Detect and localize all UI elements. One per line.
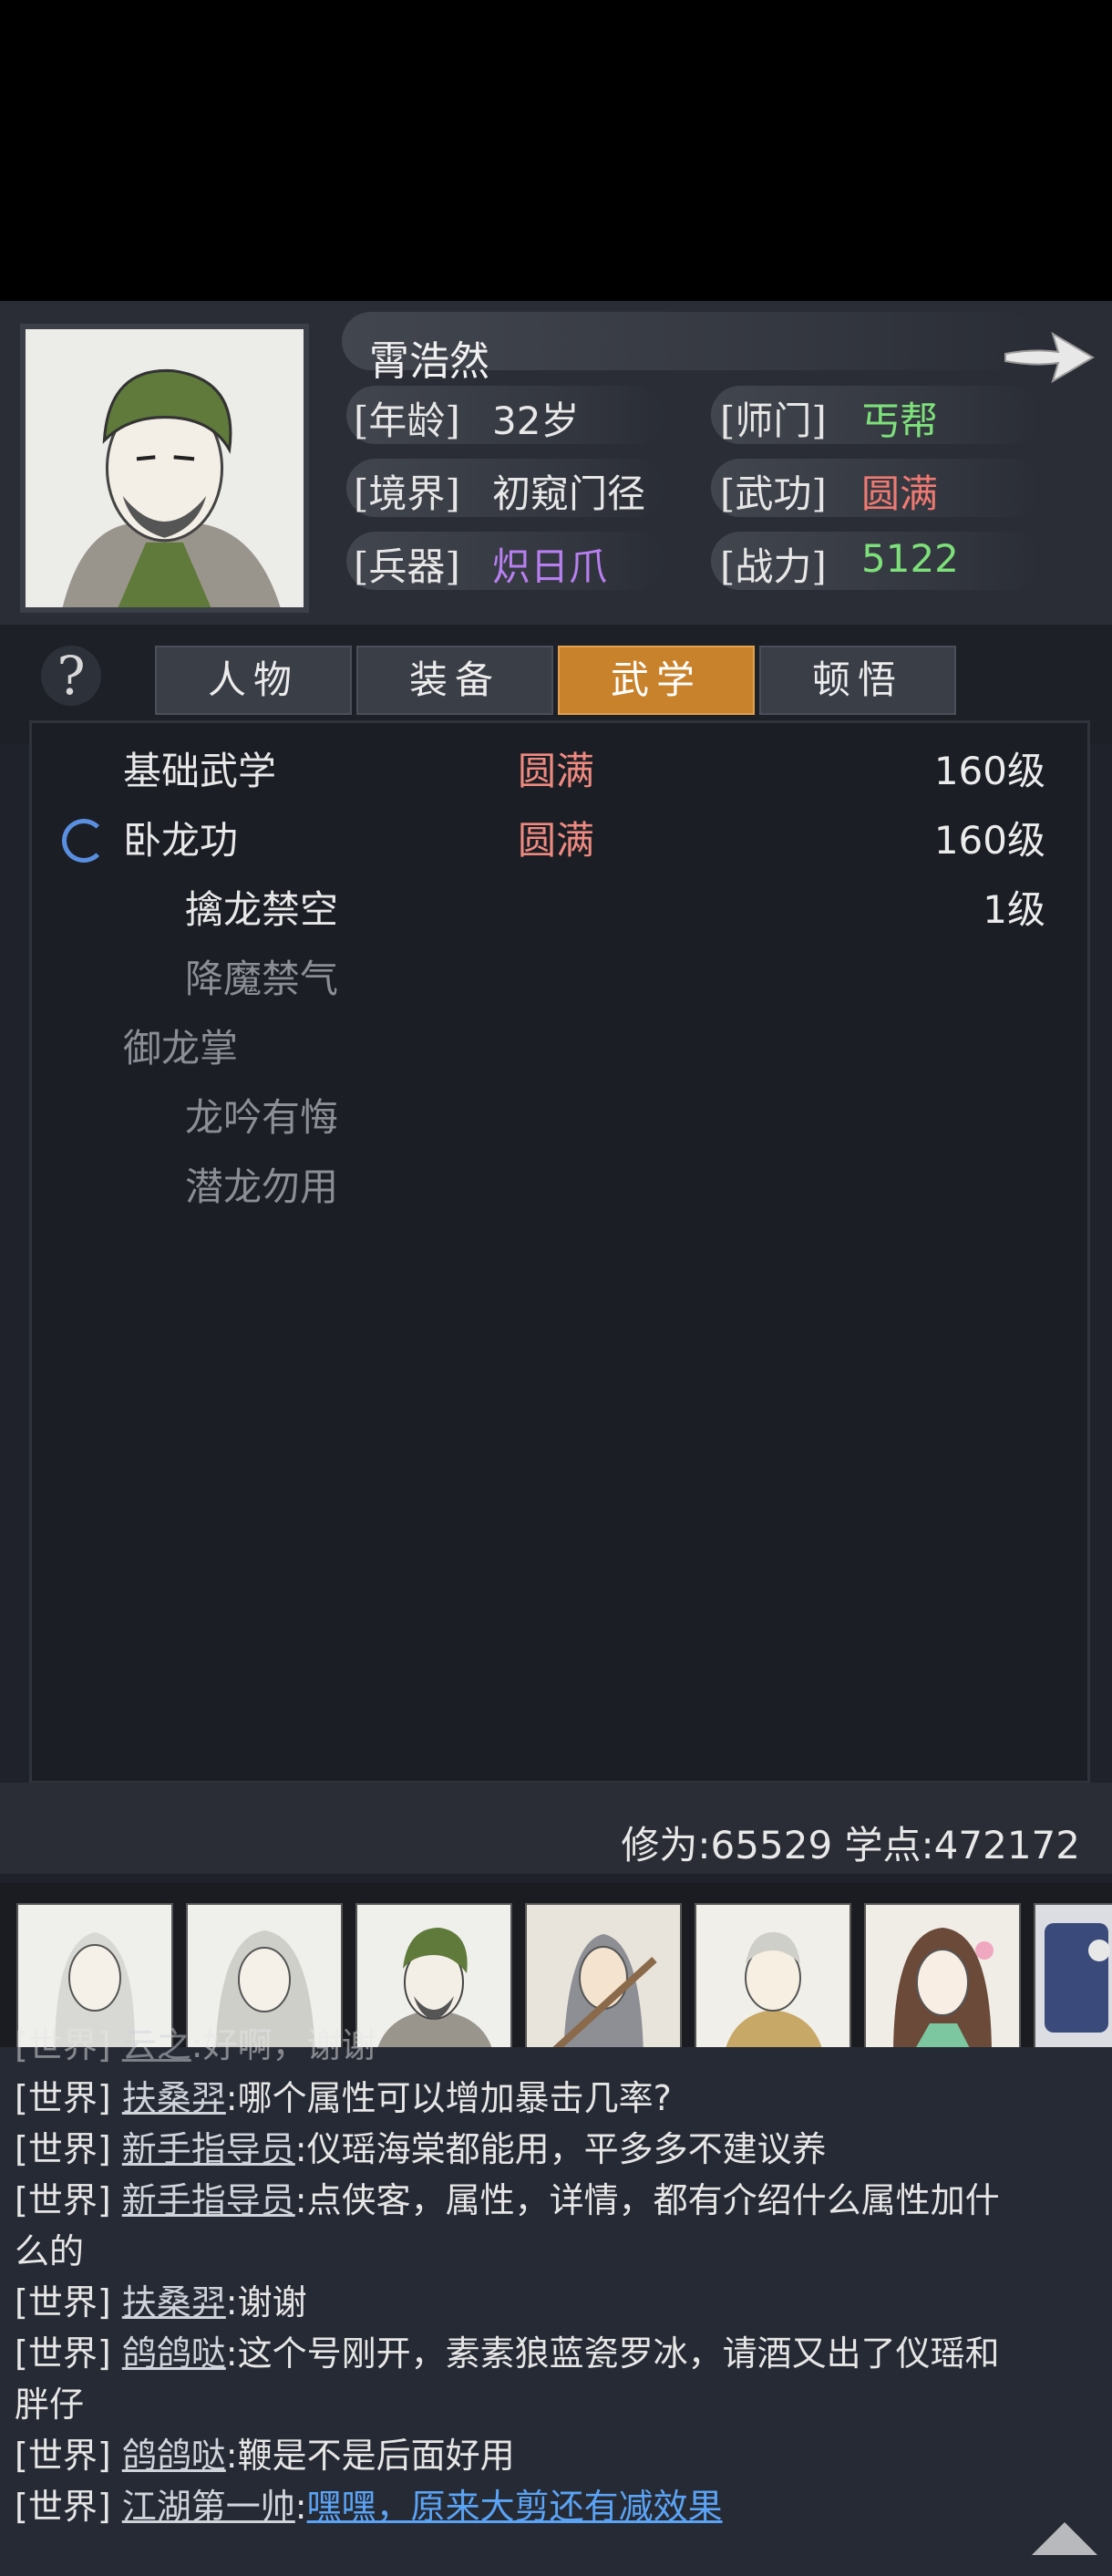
loading-spinner-icon — [62, 819, 106, 863]
character-portrait[interactable] — [20, 324, 309, 613]
skill-name[interactable]: 基础武学 — [123, 740, 276, 796]
chat-channel: [世界] — [15, 2180, 111, 2220]
chat-user[interactable]: 江湖第一帅 — [122, 2487, 295, 2527]
martial-value: 圆满 — [861, 471, 939, 516]
chat-line: [世界] 扶桑羿:谢谢 — [15, 2277, 1090, 2328]
skill-status: 圆满 — [518, 749, 595, 793]
chat-user[interactable]: 鸽鸽哒 — [122, 2436, 226, 2476]
chat-line: [世界] 新手指导员:点侠客，属性，详情，都有介绍什么属性加什 — [15, 2175, 1090, 2226]
skill-name[interactable]: 擒龙禁空 — [185, 879, 338, 935]
chat-user[interactable]: 新手指导员 — [122, 2129, 295, 2169]
chat-channel: [世界] — [15, 2282, 111, 2323]
chat-user[interactable]: 云之 — [122, 2025, 191, 2065]
chat-channel: [世界] — [15, 2436, 111, 2476]
sect-label: [师门] — [720, 398, 827, 443]
realm-value: 初窥门径 — [492, 471, 646, 516]
tab-equipment[interactable]: 装备 — [356, 646, 553, 715]
skill-name-locked[interactable]: 降魔禁气 — [185, 948, 338, 1004]
chat-user[interactable]: 扶桑羿 — [122, 2282, 226, 2323]
skill-level: 160级 — [933, 749, 1045, 793]
tab-martial-arts[interactable]: 武学 — [558, 646, 755, 715]
chat-channel: [世界] — [15, 2487, 111, 2527]
chat-channel: [世界] — [15, 2129, 111, 2169]
chat-channel: [世界] — [15, 2078, 111, 2118]
chat-message: : — [294, 2487, 307, 2527]
age-label: [年龄] — [354, 398, 460, 443]
next-arrow-icon[interactable] — [998, 321, 1098, 394]
chat-message: :点侠客，属性，详情，都有介绍什么属性加什 — [294, 2180, 1000, 2220]
chat-message: :谢谢 — [225, 2282, 307, 2323]
chat-channel: [世界] — [15, 2333, 111, 2374]
chat-message: :鞭是不是后面好用 — [225, 2436, 515, 2476]
weapon-value[interactable]: 炽日爪 — [492, 536, 607, 592]
chat-line: [世界] 鸽鸽哒:鞭是不是后面好用 — [15, 2430, 1090, 2481]
martial-label: [武功] — [720, 471, 827, 516]
age-value: 32岁 — [492, 398, 580, 443]
chat-user[interactable]: 扶桑羿 — [122, 2078, 226, 2118]
hero-portrait-icon — [26, 329, 304, 607]
skill-name[interactable]: 卧龙功 — [123, 810, 238, 865]
chat-channel: [世界] — [15, 2025, 111, 2065]
sect-value: 丐帮 — [861, 398, 939, 443]
tab-character[interactable]: 人物 — [155, 646, 352, 715]
chat-line: [世界] 江湖第一帅:嘿嘿，原来大剪还有减效果 — [15, 2481, 1090, 2532]
chat-message: :好啊，谢谢 — [190, 2025, 376, 2065]
chat-link[interactable]: 嘿嘿，原来大剪还有减效果 — [307, 2487, 723, 2527]
chat-message: :哪个属性可以增加暴击几率? — [225, 2078, 672, 2118]
game-screen: 霄浩然 [年龄] 32岁 [师门] 丐帮 [境界] 初窥门径 [武功] 圆满 [… — [0, 301, 1112, 2576]
skill-name-locked[interactable]: 潜龙勿用 — [185, 1156, 338, 1212]
chat-message: :这个号刚开，素素狼蓝瓷罗冰，请酒又出了仪瑶和 — [225, 2333, 1000, 2374]
chat-line: [世界] 鸽鸽哒:这个号刚开，素素狼蓝瓷罗冰，请酒又出了仪瑶和 — [15, 2328, 1090, 2379]
chat-line-continued: 么的 — [15, 2231, 85, 2271]
chat-user[interactable]: 新手指导员 — [122, 2180, 295, 2220]
weapon-label: [兵器] — [354, 544, 460, 589]
chat-line: [世界] 新手指导员:仪瑶海棠都能用，平多多不建议养 — [15, 2124, 1090, 2175]
skill-name-locked[interactable]: 龙吟有悔 — [185, 1087, 338, 1143]
character-name: 霄浩然 — [369, 338, 489, 385]
chat-line-continued: 胖仔 — [15, 2385, 85, 2425]
cultivation-stats: 修为:65529 学点:472172 — [621, 1823, 1080, 1867]
expand-chat-icon[interactable] — [1032, 2522, 1097, 2555]
skill-status: 圆满 — [518, 818, 595, 863]
chat-line: [世界] 云之:好啊，谢谢 — [15, 2020, 1090, 2071]
help-icon[interactable]: ? — [41, 646, 101, 706]
power-value: 5122 — [861, 536, 959, 581]
chat-line: [世界] 扶桑羿:哪个属性可以增加暴击几率? — [15, 2073, 1090, 2124]
realm-label: [境界] — [354, 471, 460, 516]
skill-level: 160级 — [933, 818, 1045, 863]
power-label: [战力] — [720, 544, 827, 589]
skill-level: 1级 — [983, 887, 1045, 932]
skill-name-locked[interactable]: 御龙掌 — [123, 1018, 238, 1073]
tab-enlightenment[interactable]: 顿悟 — [759, 646, 956, 715]
chat-message: :仪瑶海棠都能用，平多多不建议养 — [294, 2129, 827, 2169]
chat-user[interactable]: 鸽鸽哒 — [122, 2333, 226, 2374]
